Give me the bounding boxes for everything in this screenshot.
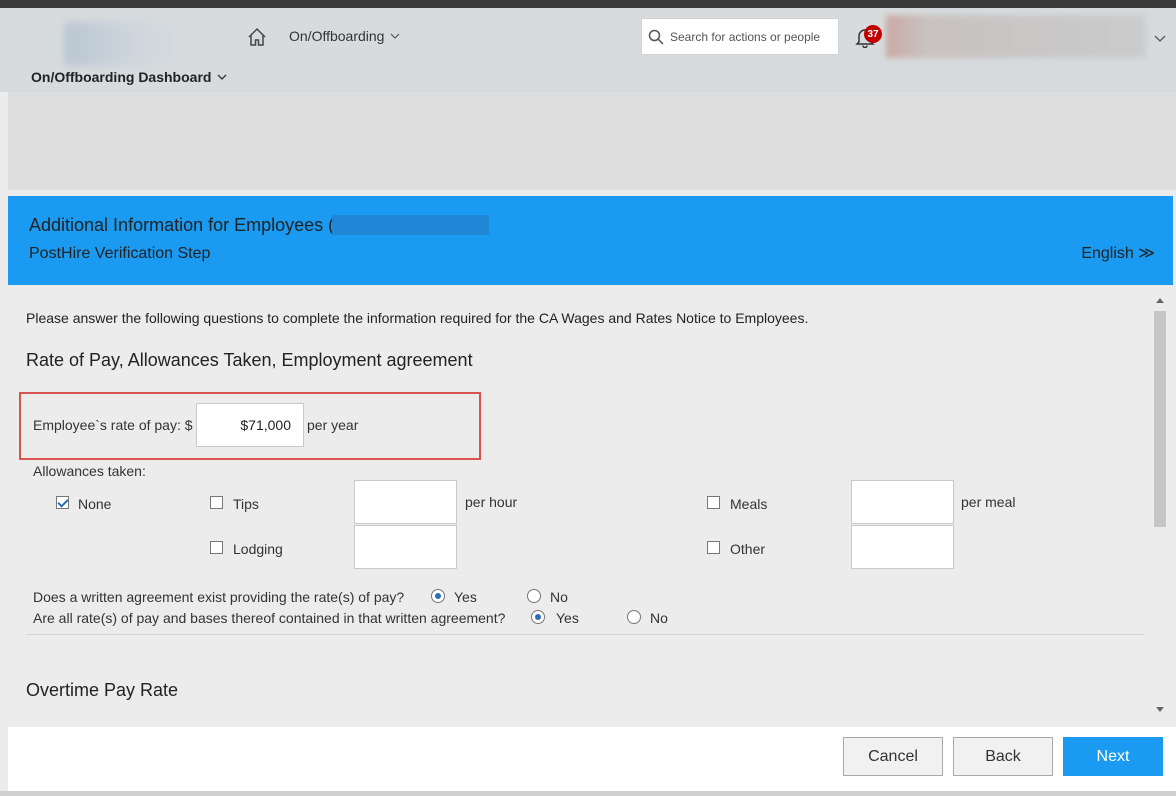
none-label: None xyxy=(78,496,112,512)
form-title: Additional Information for Employees ( xyxy=(29,215,335,235)
profile-chevron-down-icon[interactable] xyxy=(1154,32,1166,44)
rate-of-pay-input[interactable]: $71,000 xyxy=(196,403,304,447)
dashboard-menu[interactable]: On/Offboarding Dashboard xyxy=(31,69,227,85)
lodging-checkbox[interactable] xyxy=(210,541,223,554)
intro-text: Please answer the following questions to… xyxy=(26,310,809,326)
app-header: On/Offboarding 37 On/Offboarding Dashboa… xyxy=(0,8,1176,92)
notification-count-badge: 37 xyxy=(864,25,882,43)
none-checkbox[interactable] xyxy=(56,496,69,509)
rates-contained-yes-radio[interactable] xyxy=(531,610,545,624)
dashboard-label: On/Offboarding Dashboard xyxy=(31,69,212,85)
section-title-overtime: Overtime Pay Rate xyxy=(26,680,179,700)
rates-contained-no-radio[interactable] xyxy=(627,610,641,624)
rates-contained-yes-label: Yes xyxy=(556,610,579,626)
form-header-bar: Additional Information for Employees ( P… xyxy=(8,196,1173,285)
lodging-input[interactable] xyxy=(354,525,457,569)
other-checkbox[interactable] xyxy=(707,541,720,554)
cancel-button[interactable]: Cancel xyxy=(843,737,943,776)
search-box[interactable] xyxy=(641,18,839,55)
chevron-down-icon xyxy=(217,74,227,80)
section-title-rate-of-pay: Rate of Pay, Allowances Taken, Employmen… xyxy=(26,350,473,370)
scroll-up-arrow-icon[interactable] xyxy=(1156,297,1164,303)
scroll-down-arrow-icon[interactable] xyxy=(1156,707,1164,713)
section-divider xyxy=(26,634,1144,635)
tips-input[interactable] xyxy=(354,480,457,524)
rates-contained-no-label: No xyxy=(650,610,668,626)
rate-unit-label: per year xyxy=(307,417,359,433)
written-agreement-no-radio[interactable] xyxy=(527,589,541,603)
written-agreement-yes-label: Yes xyxy=(454,589,477,605)
search-icon xyxy=(648,29,664,45)
other-label: Other xyxy=(730,541,766,557)
language-link[interactable]: English ≫ xyxy=(1081,243,1155,263)
allowances-label: Allowances taken: xyxy=(33,463,146,479)
redacted-employee-name xyxy=(332,215,489,235)
tips-unit-label: per hour xyxy=(465,494,518,510)
chevron-down-icon xyxy=(391,33,400,39)
written-agreement-yes-radio[interactable] xyxy=(431,589,445,603)
meals-input[interactable] xyxy=(851,480,954,524)
scrollbar-thumb[interactable] xyxy=(1154,311,1166,527)
written-agreement-question: Does a written agreement exist providing… xyxy=(33,589,405,605)
module-label: On/Offboarding xyxy=(289,28,385,44)
rates-contained-question: Are all rate(s) of pay and bases thereof… xyxy=(33,610,506,626)
user-profile-area[interactable] xyxy=(886,15,1146,58)
form-subtitle: PostHire Verification Step xyxy=(29,245,211,262)
meals-checkbox[interactable] xyxy=(707,496,720,509)
content-scrollbar[interactable] xyxy=(1152,295,1168,719)
meals-unit-label: per meal xyxy=(961,494,1016,510)
home-icon[interactable] xyxy=(246,26,268,48)
meals-label: Meals xyxy=(730,496,768,512)
next-button[interactable]: Next xyxy=(1063,737,1163,776)
form-footer: Cancel Back Next xyxy=(8,727,1176,791)
page-banner-area xyxy=(8,92,1176,190)
module-switcher[interactable]: On/Offboarding xyxy=(289,28,400,44)
search-input[interactable] xyxy=(668,28,832,45)
tips-label: Tips xyxy=(233,496,259,512)
form-content: Please answer the following questions to… xyxy=(8,285,1152,727)
back-button[interactable]: Back xyxy=(953,737,1053,776)
written-agreement-no-label: No xyxy=(550,589,568,605)
window-top-strip xyxy=(0,0,1176,8)
other-input[interactable] xyxy=(851,525,954,569)
bottom-edge xyxy=(0,791,1176,796)
tips-checkbox[interactable] xyxy=(210,496,223,509)
company-logo[interactable] xyxy=(64,22,188,66)
rate-of-pay-label: Employee`s rate of pay: $ xyxy=(33,417,193,433)
lodging-label: Lodging xyxy=(233,541,283,557)
